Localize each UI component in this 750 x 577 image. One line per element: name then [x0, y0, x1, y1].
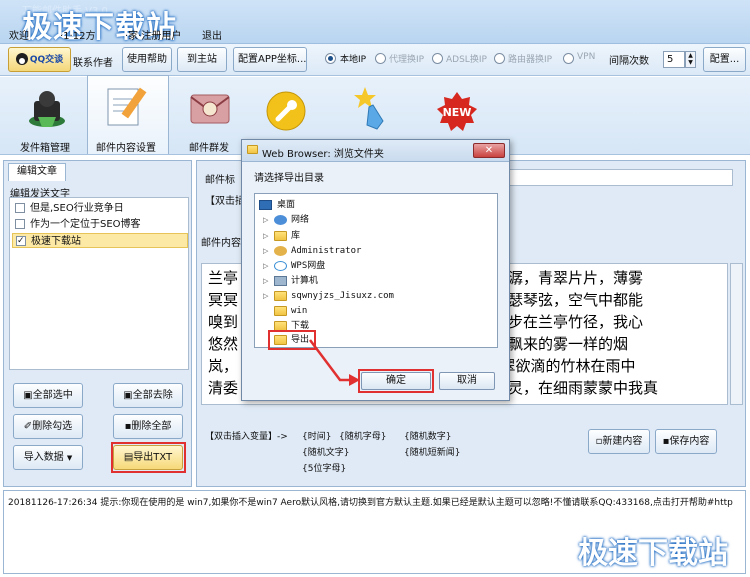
annotation-arrow [309, 339, 360, 386]
